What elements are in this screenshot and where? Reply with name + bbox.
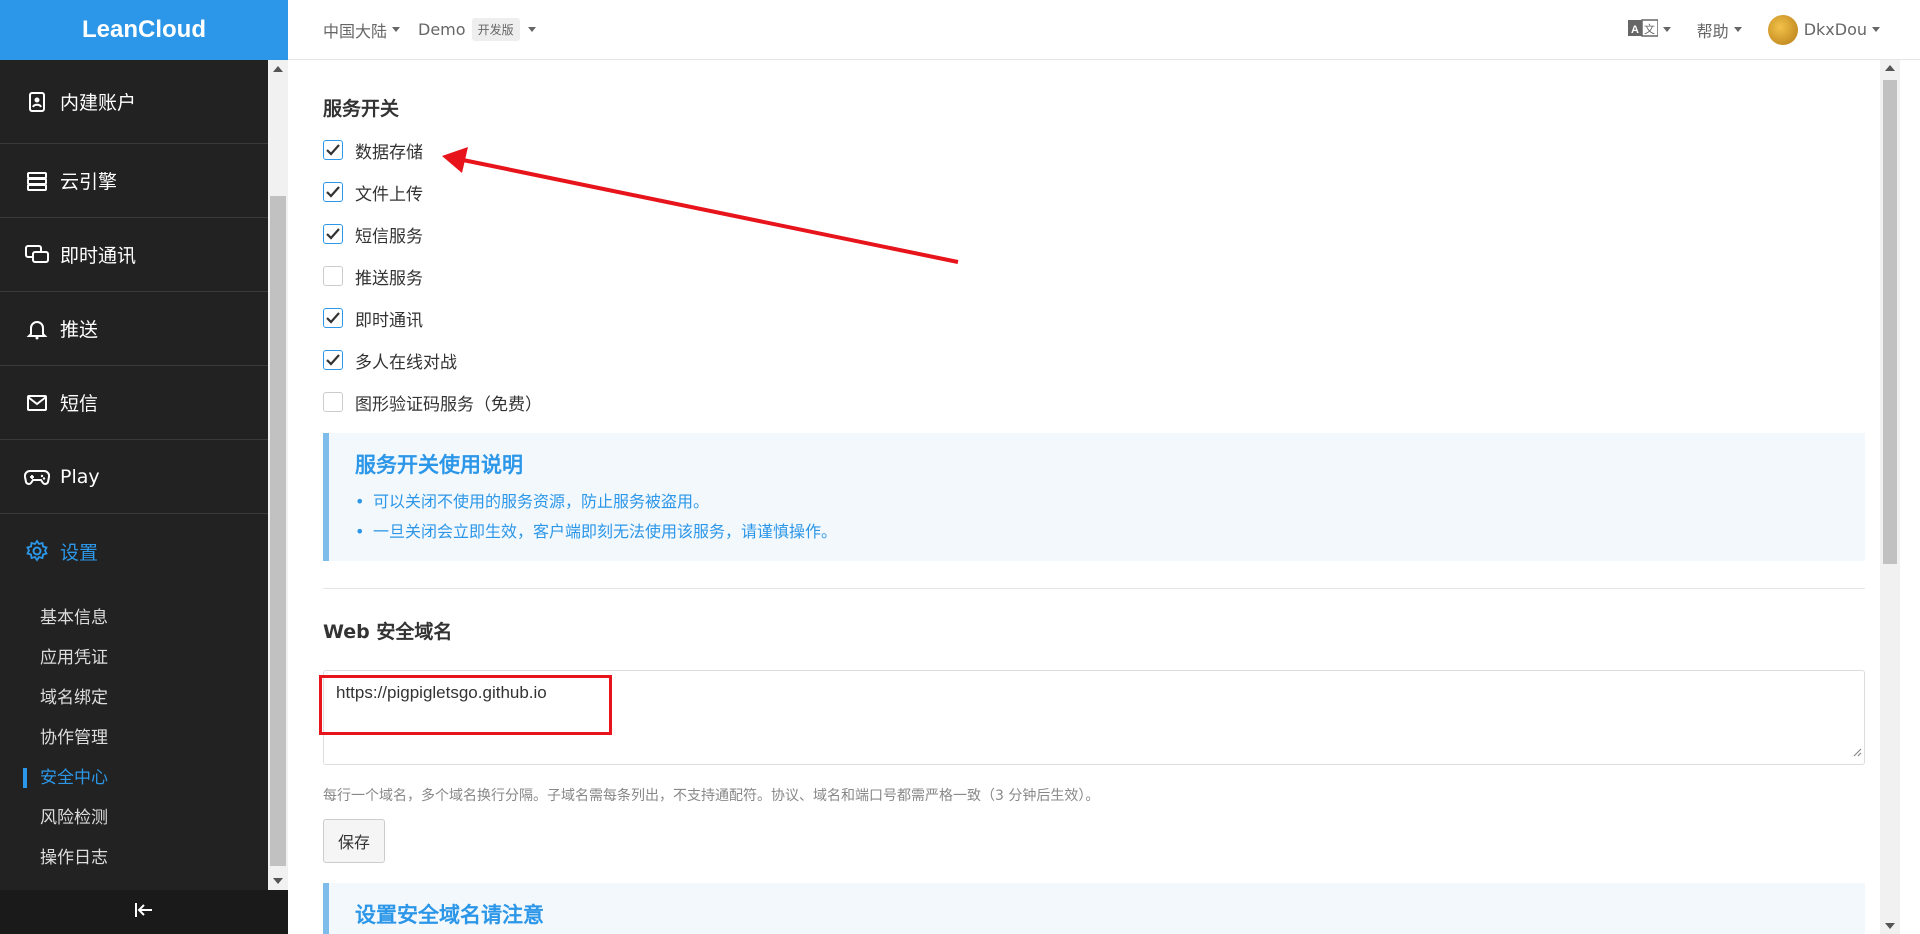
plan-badge: 开发版: [471, 18, 520, 41]
service-label: 短信服务: [355, 226, 423, 247]
sidebar-item-label: 推送: [60, 319, 99, 341]
highlight-box-annotation: [319, 675, 612, 735]
scroll-up-arrow-icon[interactable]: [1885, 65, 1895, 71]
chevron-down-icon: [1872, 27, 1880, 32]
gamepad-icon: [24, 464, 50, 490]
sidebar-subitem-operation-log[interactable]: 操作日志: [0, 838, 268, 878]
resize-handle-icon[interactable]: [1852, 742, 1862, 762]
sidebar-subitem-app-keys[interactable]: 应用凭证: [0, 638, 268, 678]
sidebar-item-builtin-accounts[interactable]: 内建账户: [0, 60, 268, 144]
sidebar-item-settings[interactable]: 设置: [0, 514, 268, 588]
sidebar: LeanCloud 内建账户 云引擎 即时通讯 推送 短信 Play 设置 基本…: [0, 0, 288, 934]
service-label: 图形验证码服务（免费）: [355, 394, 542, 415]
web-domains-title: Web 安全域名: [323, 621, 453, 643]
settings-submenu: 基本信息 应用凭证 域名绑定 协作管理 安全中心 风险检测 操作日志: [0, 588, 268, 878]
sidebar-item-label: 短信: [60, 393, 99, 415]
help-dropdown[interactable]: 帮助: [1697, 18, 1742, 42]
app-logo[interactable]: LeanCloud: [0, 0, 288, 60]
svg-text:文: 文: [1644, 22, 1655, 36]
sidebar-item-label: Play: [60, 465, 100, 488]
chevron-down-icon: [1662, 27, 1671, 32]
top-bar: 中国大陆 Demo 开发版 A文 帮助 DkxDou: [288, 0, 1920, 60]
user-menu-dropdown[interactable]: DkxDou: [1767, 14, 1880, 45]
main-content: 服务开关 数据存储 文件上传 短信服务 推送服务 即时通讯 多人在线对战 图形验…: [288, 60, 1900, 934]
service-toggle-captcha[interactable]: 图形验证码服务（免费）: [323, 381, 1865, 423]
region-dropdown[interactable]: 中国大陆: [323, 18, 401, 42]
sidebar-item-label: 即时通讯: [60, 245, 137, 267]
scroll-down-arrow-icon[interactable]: [273, 878, 283, 884]
bell-icon: [24, 316, 50, 342]
sidebar-subitem-risk-detection[interactable]: 风险检测: [0, 798, 268, 838]
sidebar-item-play[interactable]: Play: [0, 440, 268, 514]
chat-icon: [24, 242, 50, 268]
checkbox-checked[interactable]: [323, 182, 343, 202]
sidebar-item-label: 内建账户: [60, 92, 137, 114]
sidebar-subitem-security-center[interactable]: 安全中心: [0, 758, 268, 798]
language-dropdown[interactable]: A文: [1627, 18, 1671, 41]
scroll-up-arrow-icon[interactable]: [273, 66, 283, 72]
sidebar-item-label: 设置: [60, 541, 99, 564]
sidebar-item-cloud-engine[interactable]: 云引擎: [0, 144, 268, 218]
chevron-down-icon: [392, 27, 401, 32]
svg-text:A: A: [1631, 24, 1639, 36]
app-name: Demo: [418, 20, 466, 39]
sidebar-item-label: 云引擎: [60, 171, 118, 193]
help-label: 帮助: [1696, 21, 1729, 41]
red-arrow-annotation: [442, 147, 959, 264]
checkbox-checked[interactable]: [323, 140, 343, 160]
username: DkxDou: [1803, 20, 1867, 39]
chevron-down-icon: [527, 27, 536, 32]
translate-icon: A文: [1627, 18, 1659, 41]
service-toggle-multiplayer[interactable]: 多人在线对战: [323, 339, 1865, 381]
collapse-left-icon: [134, 902, 154, 922]
collapse-sidebar-button[interactable]: [0, 890, 288, 934]
scrollbar-thumb[interactable]: [270, 196, 286, 866]
chevron-down-icon: [1733, 27, 1742, 32]
scrollbar-thumb[interactable]: [1883, 80, 1897, 564]
service-label: 数据存储: [355, 142, 423, 163]
region-label: 中国大陆: [323, 21, 388, 41]
gear-icon: [24, 538, 50, 564]
id-card-icon: [24, 89, 50, 115]
server-icon: [24, 168, 50, 194]
sidebar-nav: 内建账户 云引擎 即时通讯 推送 短信 Play 设置 基本信息 应用凭证 域名…: [0, 60, 268, 890]
callout-title: 设置安全域名请注意: [355, 903, 544, 927]
domain-note-callout: 设置安全域名请注意: [323, 883, 1865, 934]
main-scrollbar[interactable]: [1880, 60, 1900, 934]
sidebar-scrollbar[interactable]: [268, 60, 288, 890]
sidebar-subitem-collaborators[interactable]: 协作管理: [0, 718, 268, 758]
sidebar-item-im[interactable]: 即时通讯: [0, 218, 268, 292]
checkbox-checked[interactable]: [323, 308, 343, 328]
avatar: [1767, 14, 1798, 45]
service-label: 推送服务: [355, 268, 423, 289]
checkbox-checked[interactable]: [323, 350, 343, 370]
mail-icon: [24, 390, 50, 416]
service-label: 即时通讯: [355, 310, 423, 331]
service-label: 文件上传: [355, 184, 423, 205]
callout-title: 服务开关使用说明: [355, 453, 523, 477]
sidebar-item-sms[interactable]: 短信: [0, 366, 268, 440]
checkbox-checked[interactable]: [323, 224, 343, 244]
sidebar-item-push[interactable]: 推送: [0, 292, 268, 366]
checkbox-unchecked[interactable]: [323, 392, 343, 412]
scroll-down-arrow-icon[interactable]: [1885, 923, 1895, 929]
service-toggle-im[interactable]: 即时通讯: [323, 297, 1865, 339]
app-switcher-dropdown[interactable]: Demo 开发版: [418, 18, 536, 41]
sidebar-subitem-basic-info[interactable]: 基本信息: [0, 598, 268, 638]
services-info-callout: 服务开关使用说明 可以关闭不使用的服务资源，防止服务被盗用。 一旦关闭会立即生效…: [323, 433, 1865, 561]
sidebar-subitem-domain-binding[interactable]: 域名绑定: [0, 678, 268, 718]
web-domains-help-text: 每行一个域名，多个域名换行分隔。子域名需每条列出，不支持通配符。协议、域名和端口…: [323, 788, 1100, 804]
callout-bullet: 一旦关闭会立即生效，客户端即刻无法使用该服务，请谨慎操作。: [355, 517, 1839, 547]
services-title: 服务开关: [323, 98, 400, 120]
callout-bullet: 可以关闭不使用的服务资源，防止服务被盗用。: [355, 487, 1839, 517]
divider: [323, 588, 1865, 589]
service-label: 多人在线对战: [355, 352, 457, 373]
checkbox-unchecked[interactable]: [323, 266, 343, 286]
save-button[interactable]: 保存: [323, 819, 386, 863]
